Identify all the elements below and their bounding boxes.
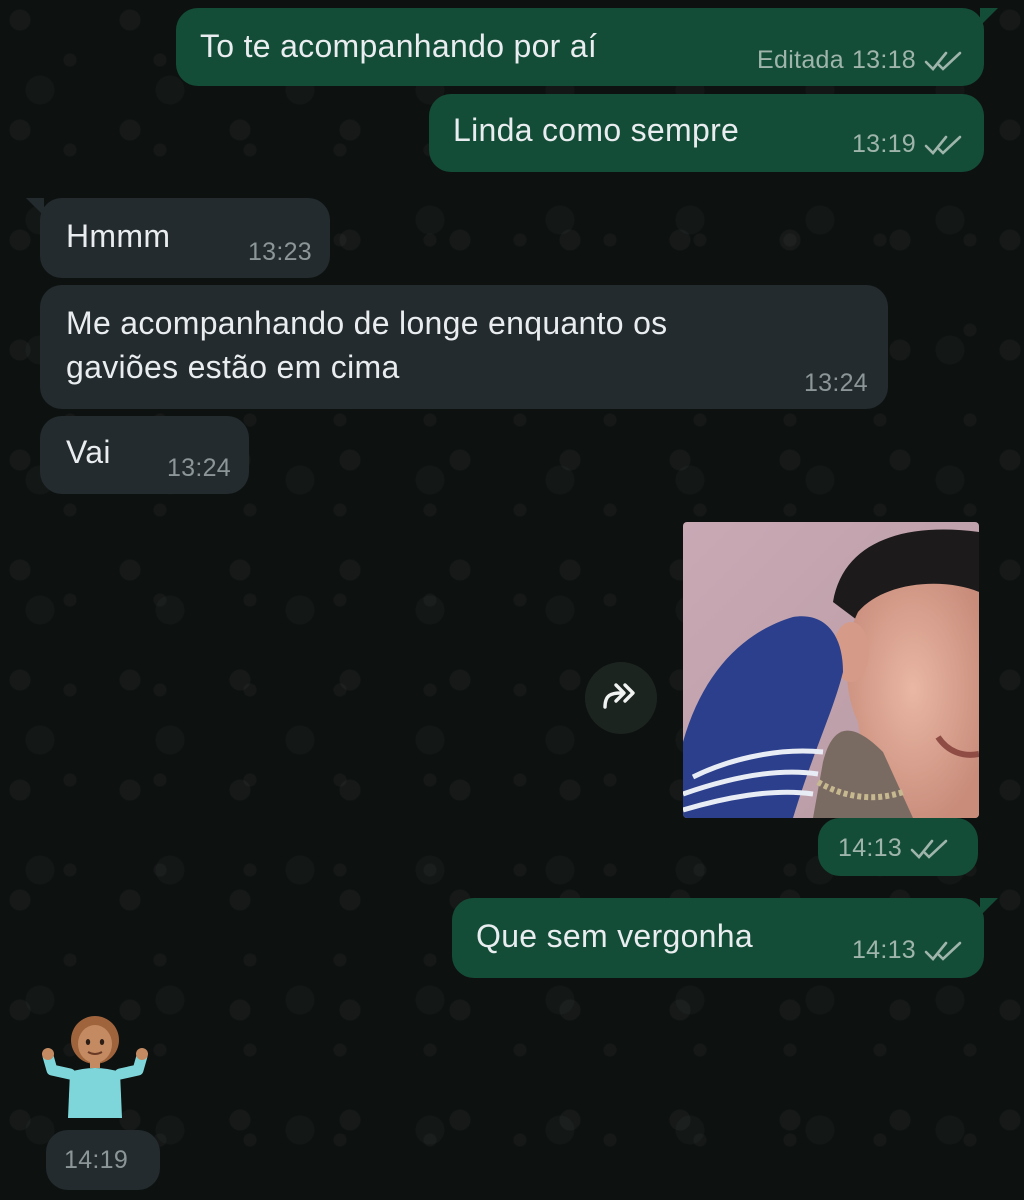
- message-outgoing-3[interactable]: Que sem vergonha 14:13: [452, 898, 998, 978]
- photo-thumbnail: [683, 522, 979, 818]
- message-meta: 14:13: [838, 834, 950, 863]
- double-check-icon: [924, 939, 964, 963]
- message-time: 13:19: [851, 130, 916, 158]
- message-incoming-3[interactable]: Vai 13:24: [40, 416, 249, 494]
- message-text: To te acompanhando por aí: [200, 28, 598, 64]
- edited-label: Editada: [757, 46, 844, 74]
- message-time: 14:13: [851, 936, 916, 964]
- message-text-line-2: gaviões estão em cima: [66, 349, 400, 385]
- double-check-icon: [924, 49, 964, 73]
- message-outgoing-1[interactable]: To te acompanhando por aí Editada 13:18: [176, 8, 998, 86]
- message-time: 13:24: [166, 454, 231, 482]
- emoji-timestamp: 14:19: [46, 1130, 160, 1190]
- forward-icon: [601, 681, 641, 716]
- message-incoming-2[interactable]: Me acompanhando de longe enquanto os gav…: [40, 285, 888, 409]
- image-timestamp: 14:13: [818, 818, 978, 876]
- woman-shrugging-icon: [42, 1016, 148, 1118]
- message-image[interactable]: [683, 522, 979, 818]
- message-text: Vai: [66, 434, 111, 470]
- message-meta: Editada 13:18: [757, 46, 964, 75]
- message-text: Linda como sempre: [453, 112, 740, 148]
- message-time: 13:23: [247, 238, 312, 266]
- message-meta: 13:19: [852, 130, 964, 159]
- shrug-emoji-message[interactable]: [40, 1010, 150, 1120]
- message-time: 14:19: [64, 1146, 129, 1174]
- message-time: 13:18: [851, 46, 916, 74]
- message-incoming-1[interactable]: Hmmm 13:23: [26, 198, 330, 278]
- forward-button[interactable]: [585, 662, 657, 734]
- double-check-icon: [910, 837, 950, 861]
- message-text: Hmmm: [66, 218, 171, 254]
- message-text: Que sem vergonha: [476, 918, 753, 954]
- message-text-line-1: Me acompanhando de longe enquanto os: [66, 305, 668, 341]
- message-meta: 14:13: [852, 936, 964, 965]
- double-check-icon: [924, 133, 964, 157]
- message-time: 14:13: [838, 834, 903, 862]
- message-time: 13:24: [803, 369, 868, 397]
- chat-background: To te acompanhando por aí Editada 13:18 …: [0, 0, 1024, 1200]
- message-outgoing-2[interactable]: Linda como sempre 13:19: [429, 94, 984, 172]
